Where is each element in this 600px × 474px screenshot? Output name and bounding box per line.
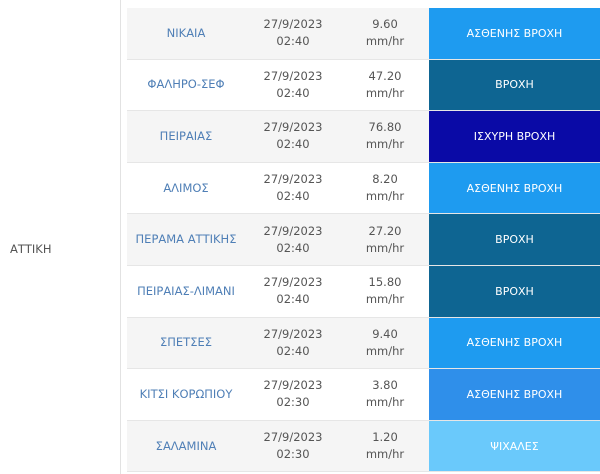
region-label: ΑΤΤΙΚΗ bbox=[10, 242, 52, 256]
station-rows: ΝΙΚΑΙΑ 27/9/2023 02:40 9.60 mm/hr ΑΣΘΕΝΗΣ ΒΡΟ… bbox=[127, 8, 600, 473]
timestamp-cell: 27/9/2023 02:40 bbox=[245, 163, 341, 214]
table-row: ΑΛΙΜΟΣ 27/9/2023 02:40 8.20 mm/hr ΑΣΘΕΝΗΣ ΒΡΟ… bbox=[127, 162, 600, 215]
time-text: 02:40 bbox=[276, 292, 310, 307]
rain-category-badge: ΑΣΘΕΝΗΣ ΒΡΟΧΗ bbox=[429, 162, 600, 214]
rain-category-badge: ΑΣΘΕΝΗΣ ΒΡΟΧΗ bbox=[429, 369, 600, 420]
rain-rate-cell: 27.20 mm/hr bbox=[341, 214, 429, 265]
table-row: ΣΑΛΑΜΙΝΑ 27/9/2023 02:30 1.20 mm/hr ΨΙΧΑΛΕΣ bbox=[127, 420, 600, 473]
rain-rate-cell: 3.80 mm/hr bbox=[341, 369, 429, 420]
timestamp-cell: 27/9/2023 02:40 bbox=[245, 60, 341, 111]
table-row: ΠΕΙΡΑΙΑΣ-ΛΙΜΑΝΙ 27/9/2023 02:40 15.80 mm/hr Β… bbox=[127, 265, 600, 318]
rain-category-badge: ΒΡΟΧΗ bbox=[429, 59, 600, 111]
date-text: 27/9/2023 bbox=[263, 378, 323, 393]
rain-rate-cell: 15.80 mm/hr bbox=[341, 266, 429, 317]
timestamp-cell: 27/9/2023 02:40 bbox=[245, 111, 341, 162]
rain-category-badge: ΨΙΧΑΛΕΣ bbox=[429, 420, 600, 472]
date-text: 27/9/2023 bbox=[263, 68, 323, 83]
date-text: 27/9/2023 bbox=[263, 223, 323, 238]
rain-rate-cell: 9.60 mm/hr bbox=[341, 8, 429, 59]
rain-category-badge: ΑΣΘΕΝΗΣ ΒΡΟΧΗ bbox=[429, 317, 600, 369]
date-text: 27/9/2023 bbox=[263, 17, 323, 32]
time-text: 02:30 bbox=[276, 447, 310, 462]
station-name[interactable]: ΣΠΕΤΣΕΣ bbox=[127, 318, 245, 369]
rain-rate-unit: mm/hr bbox=[365, 343, 405, 358]
rain-rate-unit: mm/hr bbox=[365, 447, 405, 462]
rain-rate-cell: 47.20 mm/hr bbox=[341, 60, 429, 111]
rain-rate-value: 9.60 bbox=[372, 17, 398, 32]
timestamp-cell: 27/9/2023 02:40 bbox=[245, 214, 341, 265]
time-text: 02:40 bbox=[276, 189, 310, 204]
timestamp-cell: 27/9/2023 02:40 bbox=[245, 8, 341, 59]
timestamp-cell: 27/9/2023 02:40 bbox=[245, 266, 341, 317]
date-text: 27/9/2023 bbox=[263, 120, 323, 135]
date-text: 27/9/2023 bbox=[263, 275, 323, 290]
table-row: ΚΙΤΣΙ ΚΟΡΩΠΙΟΥ 27/9/2023 02:30 3.80 mm/hr ΑΣΘ… bbox=[127, 369, 600, 421]
station-name[interactable]: ΣΑΛΑΜΙΝΑ bbox=[127, 421, 245, 472]
rain-rate-unit: mm/hr bbox=[365, 137, 405, 152]
timestamp-cell: 27/9/2023 02:30 bbox=[245, 369, 341, 420]
rain-category-badge: ΙΣΧΥΡΗ ΒΡΟΧΗ bbox=[429, 111, 600, 162]
rain-rate-unit: mm/hr bbox=[365, 34, 405, 49]
station-name[interactable]: ΝΙΚΑΙΑ bbox=[127, 8, 245, 59]
rain-rate-unit: mm/hr bbox=[365, 189, 405, 204]
rain-rate-unit: mm/hr bbox=[365, 240, 405, 255]
rainfall-table: ΑΤΤΙΚΗ ΝΙΚΑΙΑ 27/9/2023 02:40 9.60 mm/hr ΑΣΘΕ… bbox=[0, 0, 600, 474]
region-cell: ΑΤΤΙΚΗ bbox=[0, 0, 121, 474]
date-text: 27/9/2023 bbox=[263, 430, 323, 445]
rain-rate-value: 76.80 bbox=[368, 120, 402, 135]
date-text: 27/9/2023 bbox=[263, 326, 323, 341]
rain-rate-value: 15.80 bbox=[368, 275, 402, 290]
rain-rate-unit: mm/hr bbox=[365, 85, 405, 100]
rain-rate-cell: 8.20 mm/hr bbox=[341, 163, 429, 214]
timestamp-cell: 27/9/2023 02:30 bbox=[245, 421, 341, 472]
station-name[interactable]: ΠΕΡΑΜΑ ΑΤΤΙΚΗΣ bbox=[127, 214, 245, 265]
table-row: ΣΠΕΤΣΕΣ 27/9/2023 02:40 9.40 mm/hr ΑΣΘΕΝΗΣ ΒΡ… bbox=[127, 317, 600, 370]
time-text: 02:40 bbox=[276, 240, 310, 255]
table-row: ΠΕΡΑΜΑ ΑΤΤΙΚΗΣ 27/9/2023 02:40 27.20 mm/hr ΒΡ… bbox=[127, 214, 600, 266]
rain-rate-cell: 76.80 mm/hr bbox=[341, 111, 429, 162]
timestamp-cell: 27/9/2023 02:40 bbox=[245, 318, 341, 369]
station-name[interactable]: ΚΙΤΣΙ ΚΟΡΩΠΙΟΥ bbox=[127, 369, 245, 420]
table-row: ΠΕΙΡΑΙΑΣ 27/9/2023 02:40 76.80 mm/hr ΙΣΧΥΡΗ Β… bbox=[127, 111, 600, 163]
date-text: 27/9/2023 bbox=[263, 172, 323, 187]
rain-category-badge: ΒΡΟΧΗ bbox=[429, 214, 600, 265]
time-text: 02:40 bbox=[276, 343, 310, 358]
rain-rate-value: 27.20 bbox=[368, 223, 402, 238]
rain-rate-value: 1.20 bbox=[372, 430, 398, 445]
rain-rate-unit: mm/hr bbox=[365, 292, 405, 307]
rain-rate-value: 3.80 bbox=[372, 378, 398, 393]
rain-category-badge: ΑΣΘΕΝΗΣ ΒΡΟΧΗ bbox=[429, 8, 600, 59]
rain-rate-unit: mm/hr bbox=[365, 395, 405, 410]
time-text: 02:40 bbox=[276, 137, 310, 152]
rain-rate-cell: 9.40 mm/hr bbox=[341, 318, 429, 369]
station-name[interactable]: ΠΕΙΡΑΙΑΣ-ΛΙΜΑΝΙ bbox=[127, 266, 245, 317]
time-text: 02:30 bbox=[276, 395, 310, 410]
rain-rate-value: 8.20 bbox=[372, 172, 398, 187]
station-name[interactable]: ΠΕΙΡΑΙΑΣ bbox=[127, 111, 245, 162]
station-name[interactable]: ΦΑΛΗΡΟ-ΣΕΦ bbox=[127, 60, 245, 111]
rain-rate-value: 47.20 bbox=[368, 68, 402, 83]
rain-category-badge: ΒΡΟΧΗ bbox=[429, 265, 600, 317]
table-row: ΦΑΛΗΡΟ-ΣΕΦ 27/9/2023 02:40 47.20 mm/hr ΒΡΟΧΗ bbox=[127, 59, 600, 112]
time-text: 02:40 bbox=[276, 34, 310, 49]
time-text: 02:40 bbox=[276, 85, 310, 100]
rain-rate-value: 9.40 bbox=[372, 326, 398, 341]
station-name[interactable]: ΑΛΙΜΟΣ bbox=[127, 163, 245, 214]
rain-rate-cell: 1.20 mm/hr bbox=[341, 421, 429, 472]
table-row: ΝΙΚΑΙΑ 27/9/2023 02:40 9.60 mm/hr ΑΣΘΕΝΗΣ ΒΡΟ… bbox=[127, 8, 600, 60]
